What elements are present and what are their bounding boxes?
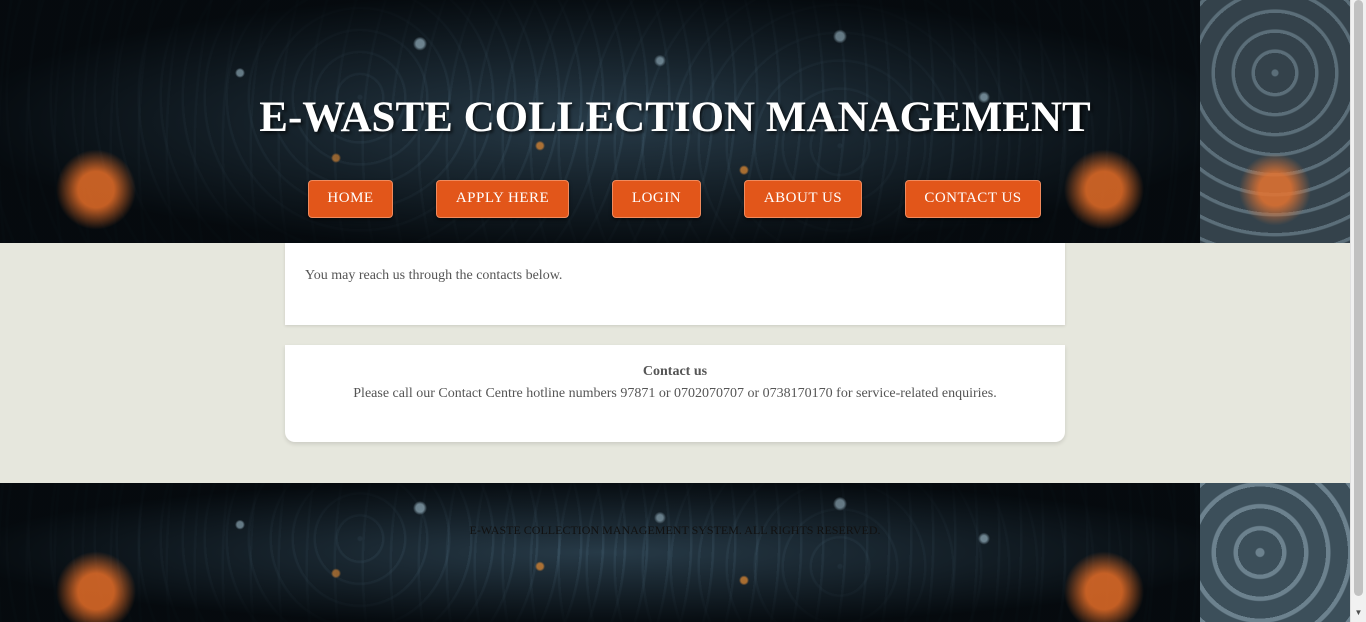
chevron-down-icon[interactable]: ▼ (1351, 606, 1366, 620)
page: E-WASTE COLLECTION MANAGEMENT HOME APPLY… (0, 0, 1350, 622)
footer-background-side (1200, 483, 1350, 622)
site-footer: E-WASTE COLLECTION MANAGEMENT SYSTEM. AL… (0, 483, 1350, 622)
nav-apply-button[interactable]: APPLY HERE (436, 180, 569, 218)
site-header: E-WASTE COLLECTION MANAGEMENT HOME APPLY… (0, 0, 1350, 243)
contact-card: Contact us Please call our Contact Centr… (285, 345, 1065, 442)
contact-heading: Contact us (642, 364, 708, 379)
nav-home-button[interactable]: HOME (308, 180, 393, 218)
footer-copyright: E-WASTE COLLECTION MANAGEMENT SYSTEM. AL… (469, 523, 881, 537)
site-title: E-WASTE COLLECTION MANAGEMENT (259, 94, 1091, 141)
intro-text: You may reach us through the contacts be… (305, 268, 563, 283)
scrollbar-thumb[interactable] (1354, 0, 1363, 596)
vertical-scrollbar[interactable]: ▼ (1350, 0, 1366, 622)
footer-background-image (0, 483, 1200, 622)
nav-contact-button[interactable]: CONTACT US (905, 180, 1041, 218)
nav-about-button[interactable]: ABOUT US (744, 180, 862, 218)
contact-text: Please call our Contact Centre hotline n… (353, 386, 997, 401)
main-content: You may reach us through the contacts be… (0, 243, 1350, 483)
intro-card: You may reach us through the contacts be… (285, 243, 1065, 325)
nav-login-button[interactable]: LOGIN (612, 180, 701, 218)
